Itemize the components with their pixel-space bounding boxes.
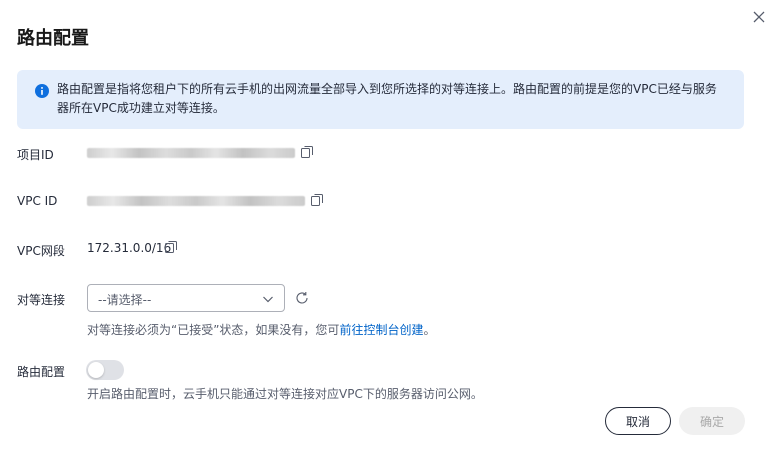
vpc-cidr-value: 172.31.0.0/16 (87, 241, 172, 255)
route-config-toggle[interactable] (86, 360, 124, 380)
info-icon (35, 84, 49, 98)
dialog-title: 路由配置 (17, 28, 89, 49)
chevron-down-icon (263, 296, 273, 303)
copy-icon[interactable] (164, 240, 178, 254)
peering-hint-suffix: 。 (423, 323, 436, 337)
project-id-value-redacted (87, 148, 295, 158)
create-peering-link[interactable]: 前往控制台创建 (339, 323, 423, 337)
route-config-hint: 开启路由配置时，云手机只能通过对等连接对应VPC下的服务器访问公网。 (87, 387, 483, 401)
close-button[interactable] (750, 8, 768, 26)
vpc-id-label: VPC ID (17, 194, 58, 208)
copy-icon[interactable] (300, 145, 314, 159)
peering-select[interactable]: --请选择-- (87, 284, 285, 312)
project-id-label: 项目ID (17, 148, 54, 162)
vpc-id-value-redacted (87, 196, 305, 206)
copy-icon[interactable] (310, 193, 324, 207)
peering-hint-text: 对等连接必须为“已接受”状态，如果没有，您可 (87, 323, 340, 337)
peering-hint: 对等连接必须为“已接受”状态，如果没有，您可前往控制台创建。 (87, 321, 435, 338)
vpc-cidr-label: VPC网段 (17, 244, 65, 258)
peering-label: 对等连接 (17, 293, 66, 307)
close-icon (753, 11, 765, 23)
refresh-icon[interactable] (295, 291, 309, 305)
toggle-knob (88, 362, 104, 378)
cancel-button[interactable]: 取消 (605, 407, 671, 435)
route-config-label: 路由配置 (17, 365, 66, 379)
confirm-button[interactable]: 确定 (679, 407, 745, 435)
info-text: 路由配置是指将您租户下的所有云手机的出网流量全部导入到您所选择的对等连接上。路由… (57, 82, 717, 115)
info-banner: 路由配置是指将您租户下的所有云手机的出网流量全部导入到您所选择的对等连接上。路由… (17, 70, 744, 129)
peering-select-value: --请选择-- (98, 293, 152, 307)
